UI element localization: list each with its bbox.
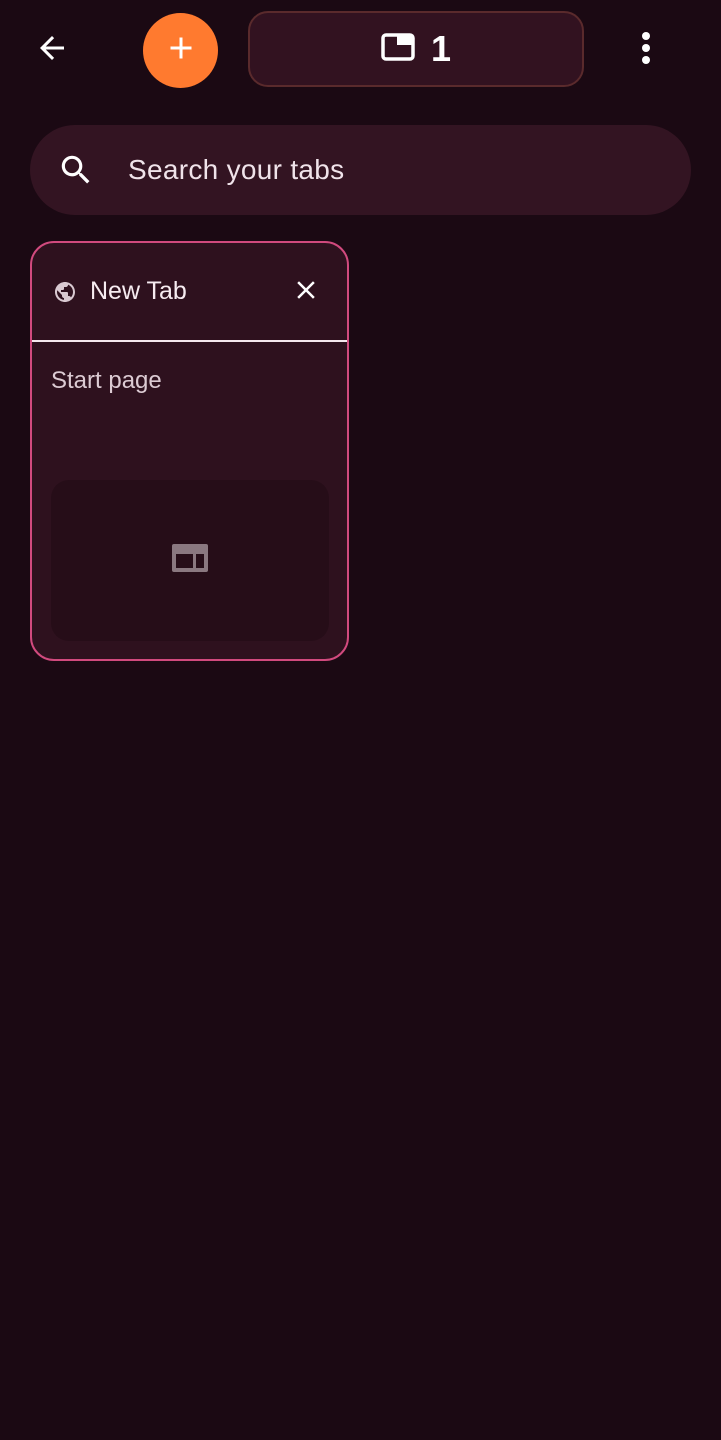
tab-switcher-screen: 1 Search your tabs New Tab Start page xyxy=(0,0,721,1440)
web-page-icon xyxy=(170,542,210,579)
tab-title: New Tab xyxy=(90,277,187,305)
more-options-button[interactable] xyxy=(622,22,670,78)
search-icon xyxy=(56,150,96,190)
more-vertical-icon xyxy=(640,31,652,70)
tab-count-button[interactable]: 1 xyxy=(248,11,584,87)
top-bar: 1 xyxy=(0,0,721,100)
tab-url-label: Start page xyxy=(51,367,162,394)
close-tab-button[interactable] xyxy=(287,273,325,311)
tab-count: 1 xyxy=(430,28,452,69)
new-tab-button[interactable] xyxy=(143,13,218,88)
tab-window-icon xyxy=(381,32,415,67)
close-icon xyxy=(291,275,321,310)
tab-card-header: New Tab xyxy=(32,243,347,342)
back-button[interactable] xyxy=(22,22,82,78)
tab-thumbnail xyxy=(51,480,329,641)
tab-card[interactable]: New Tab Start page xyxy=(30,241,349,661)
arrow-left-icon xyxy=(34,30,70,71)
plus-icon xyxy=(163,30,199,71)
search-placeholder: Search your tabs xyxy=(128,154,345,185)
globe-icon xyxy=(52,279,78,305)
search-tabs-input[interactable]: Search your tabs xyxy=(30,125,691,215)
